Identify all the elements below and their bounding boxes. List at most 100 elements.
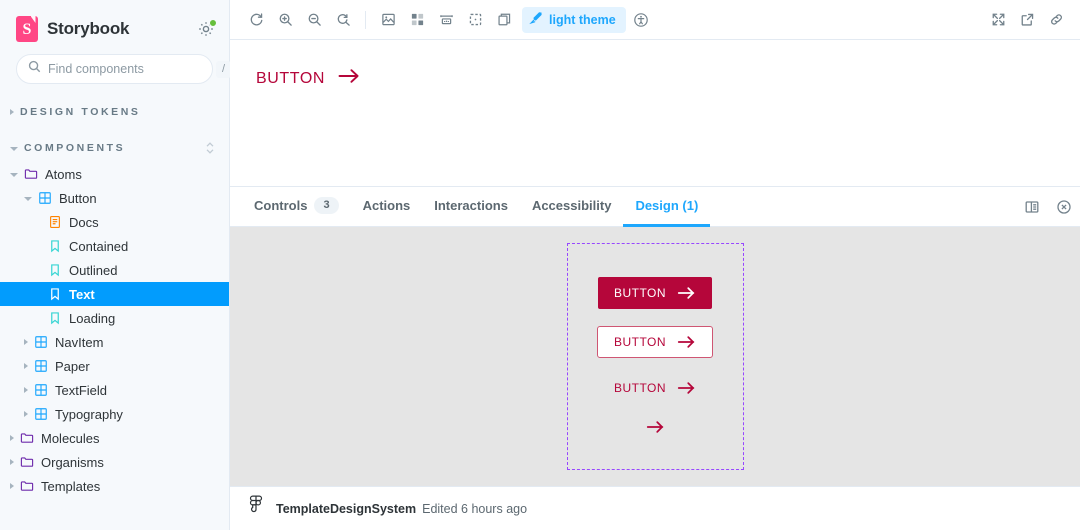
- chevron-right-icon[interactable]: [10, 435, 14, 441]
- figma-edited-meta: Edited 6 hours ago: [422, 501, 528, 516]
- figma-footer: TemplateDesignSystem Edited 6 hours ago: [230, 486, 1080, 530]
- tab-label: Design (1): [635, 198, 699, 213]
- addons-tab-bar: Controls 3 Actions Interactions Accessibilit…: [230, 187, 1080, 227]
- outline-icon[interactable]: [461, 6, 489, 34]
- figma-button-contained[interactable]: BUTTON: [597, 277, 713, 309]
- section-label: COMPONENTS: [24, 142, 126, 154]
- preview-toolbar: light theme: [230, 0, 1080, 40]
- sidebar-item-organisms[interactable]: Organisms: [0, 450, 229, 474]
- storybook-app: S Storybook /: [0, 0, 1080, 530]
- tab-spacer: [710, 187, 1016, 226]
- figma-button-text[interactable]: BUTTON: [598, 375, 712, 401]
- chevron-down-icon[interactable]: [24, 197, 32, 201]
- component-icon: [34, 407, 55, 421]
- sidebar-item-label: Paper: [55, 358, 90, 374]
- arrow-right-icon: [677, 381, 696, 395]
- zoom-in-icon[interactable]: [271, 6, 299, 34]
- section-design-tokens[interactable]: DESIGN TOKENS: [0, 98, 229, 126]
- story-icon: [48, 311, 69, 325]
- sidebar-item-loading[interactable]: Loading: [0, 306, 229, 330]
- sidebar-item-label: Docs: [69, 214, 99, 230]
- search-box[interactable]: /: [16, 54, 232, 84]
- brand-title: Storybook: [47, 19, 130, 38]
- folder-icon: [20, 479, 41, 493]
- sidebar-item-label: TextField: [55, 382, 108, 398]
- logo-letter: S: [22, 20, 32, 38]
- sidebar-item-label: Organisms: [41, 454, 104, 470]
- tab-actions[interactable]: Actions: [351, 187, 423, 227]
- arrow-right-icon: [338, 68, 360, 89]
- tab-label: Interactions: [434, 198, 508, 213]
- sidebar-item-contained[interactable]: Contained: [0, 234, 229, 258]
- addons-panel: Controls 3 Actions Interactions Accessibilit…: [230, 186, 1080, 530]
- story-icon: [48, 239, 69, 253]
- chevron-right-icon[interactable]: [24, 339, 28, 345]
- update-available-dot: [209, 19, 217, 27]
- close-panel-icon[interactable]: [1050, 193, 1078, 220]
- chevron-down-icon[interactable]: [10, 173, 18, 177]
- sidebar-item-button[interactable]: Button: [0, 186, 229, 210]
- fullscreen-icon[interactable]: [984, 6, 1012, 34]
- sidebar-item-label: Button: [59, 190, 97, 206]
- expand-collapse-all-icon[interactable]: [205, 141, 215, 155]
- sidebar-item-text[interactable]: Text: [0, 282, 229, 306]
- folder-icon: [20, 455, 41, 469]
- figma-button-icon[interactable]: [630, 418, 681, 436]
- figma-button-label: BUTTON: [613, 286, 667, 300]
- theme-toggle-button[interactable]: light theme: [522, 6, 626, 33]
- tab-interactions[interactable]: Interactions: [422, 187, 520, 227]
- zoom-out-icon[interactable]: [300, 6, 328, 34]
- chevron-right-icon[interactable]: [24, 411, 28, 417]
- chevron-right-icon[interactable]: [10, 459, 14, 465]
- section-components[interactable]: COMPONENTS: [0, 134, 229, 162]
- sidebar-header: S Storybook: [0, 0, 229, 42]
- addon-tabs: Controls 3 Actions Interactions Accessibilit…: [242, 187, 711, 227]
- component-icon: [34, 335, 55, 349]
- component-icon: [34, 383, 55, 397]
- tab-badge: 3: [314, 197, 339, 214]
- search-input[interactable]: [48, 62, 209, 76]
- sidebar-item-navitem[interactable]: NavItem: [0, 330, 229, 354]
- tab-label: Controls: [254, 198, 308, 213]
- background-icon[interactable]: [374, 6, 402, 34]
- figma-frame: BUTTON BUTTON BUTTON: [566, 243, 744, 470]
- sidebar-item-typography[interactable]: Typography: [0, 402, 229, 426]
- panel-position-icon[interactable]: [1018, 193, 1046, 220]
- sidebar-item-label: Text: [69, 286, 95, 302]
- sidebar-item-label: Loading: [69, 310, 116, 326]
- tab-accessibility[interactable]: Accessibility: [520, 187, 624, 227]
- design-addon-content: BUTTON BUTTON BUTTON: [230, 227, 1080, 486]
- sidebar-item-molecules[interactable]: Molecules: [0, 426, 229, 450]
- tab-controls[interactable]: Controls 3: [242, 187, 351, 227]
- sidebar-item-label: NavItem: [55, 334, 104, 350]
- remount-icon[interactable]: [242, 6, 270, 34]
- sidebar-item-docs[interactable]: Docs: [0, 210, 229, 234]
- grid-icon[interactable]: [403, 6, 431, 34]
- sidebar-tree: DESIGN TOKENS COMPONENTS Atoms Button Docs…: [0, 94, 229, 530]
- sidebar-item-paper[interactable]: Paper: [0, 354, 229, 378]
- sidebar-item-outlined[interactable]: Outlined: [0, 258, 229, 282]
- viewport-icon[interactable]: [490, 6, 518, 34]
- sidebar-item-textfield[interactable]: TextField: [0, 378, 229, 402]
- shortcuts-gear-icon[interactable]: [197, 19, 217, 38]
- sidebar-item-label: Molecules: [41, 430, 100, 446]
- chevron-right-icon[interactable]: [24, 387, 28, 393]
- sidebar-item-atoms[interactable]: Atoms: [0, 162, 229, 186]
- sidebar: S Storybook /: [0, 0, 232, 530]
- copy-link-icon[interactable]: [1042, 6, 1070, 34]
- tab-design-1[interactable]: Design (1): [623, 187, 711, 227]
- arrow-right-icon: [677, 335, 696, 349]
- chevron-down-icon: [10, 147, 18, 151]
- chevron-right-icon[interactable]: [10, 483, 14, 489]
- preview-text-button[interactable]: BUTTON: [254, 64, 362, 93]
- chevron-right-icon[interactable]: [24, 363, 28, 369]
- storybook-logo-icon[interactable]: S: [16, 16, 38, 42]
- measure-icon[interactable]: [432, 6, 460, 34]
- figma-button-outlined[interactable]: BUTTON: [596, 326, 714, 358]
- zoom-reset-icon[interactable]: [329, 6, 357, 34]
- accessibility-icon[interactable]: [627, 6, 655, 34]
- open-new-tab-icon[interactable]: [1013, 6, 1041, 34]
- document-icon: [48, 215, 69, 229]
- section-label: DESIGN TOKENS: [20, 106, 141, 118]
- sidebar-item-templates[interactable]: Templates: [0, 474, 229, 498]
